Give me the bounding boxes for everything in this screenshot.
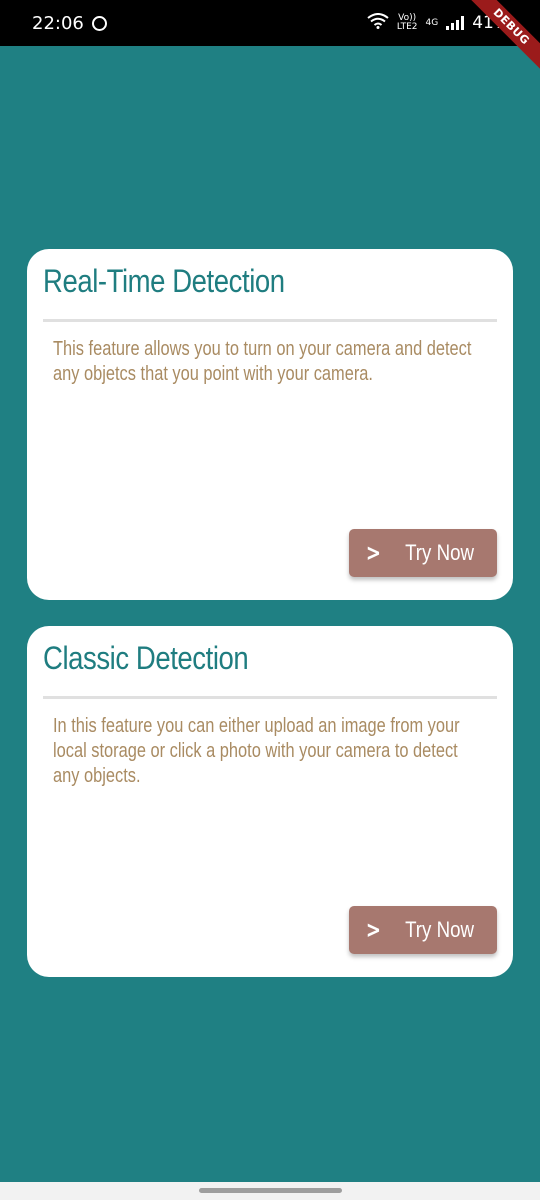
status-left: 22:06 <box>32 13 107 34</box>
try-now-label: Try Now <box>405 540 474 565</box>
realtime-detection-card: Real-Time Detection This feature allows … <box>27 249 513 600</box>
card-description: In this feature you can either upload an… <box>53 715 460 787</box>
signal-icon <box>446 16 465 30</box>
sync-circle-icon <box>91 15 107 31</box>
chevron-right-icon: > <box>365 916 381 944</box>
volte-bottom-label: LTE2 <box>396 22 418 32</box>
classic-detection-card: Classic Detection In this feature you ca… <box>27 626 513 977</box>
navigation-bar <box>0 1182 540 1200</box>
status-time: 22:06 <box>32 12 84 34</box>
card-divider <box>43 696 497 699</box>
volte-indicator: Vo)) LTE2 <box>397 14 418 32</box>
card-title: Classic Detection <box>43 640 249 676</box>
card-divider <box>43 319 497 322</box>
try-now-button[interactable]: > Try Now <box>349 906 497 954</box>
card-description: This feature allows you to turn on your … <box>53 338 472 385</box>
status-bar: 22:06 Vo)) LTE2 4G 41% <box>0 0 540 46</box>
try-now-button[interactable]: > Try Now <box>349 529 497 577</box>
wifi-icon <box>367 12 389 34</box>
home-gesture-handle[interactable] <box>199 1188 342 1193</box>
network-type: 4G <box>425 17 439 28</box>
try-now-label: Try Now <box>405 917 474 942</box>
card-title: Real-Time Detection <box>43 263 285 299</box>
chevron-right-icon: > <box>365 539 381 567</box>
